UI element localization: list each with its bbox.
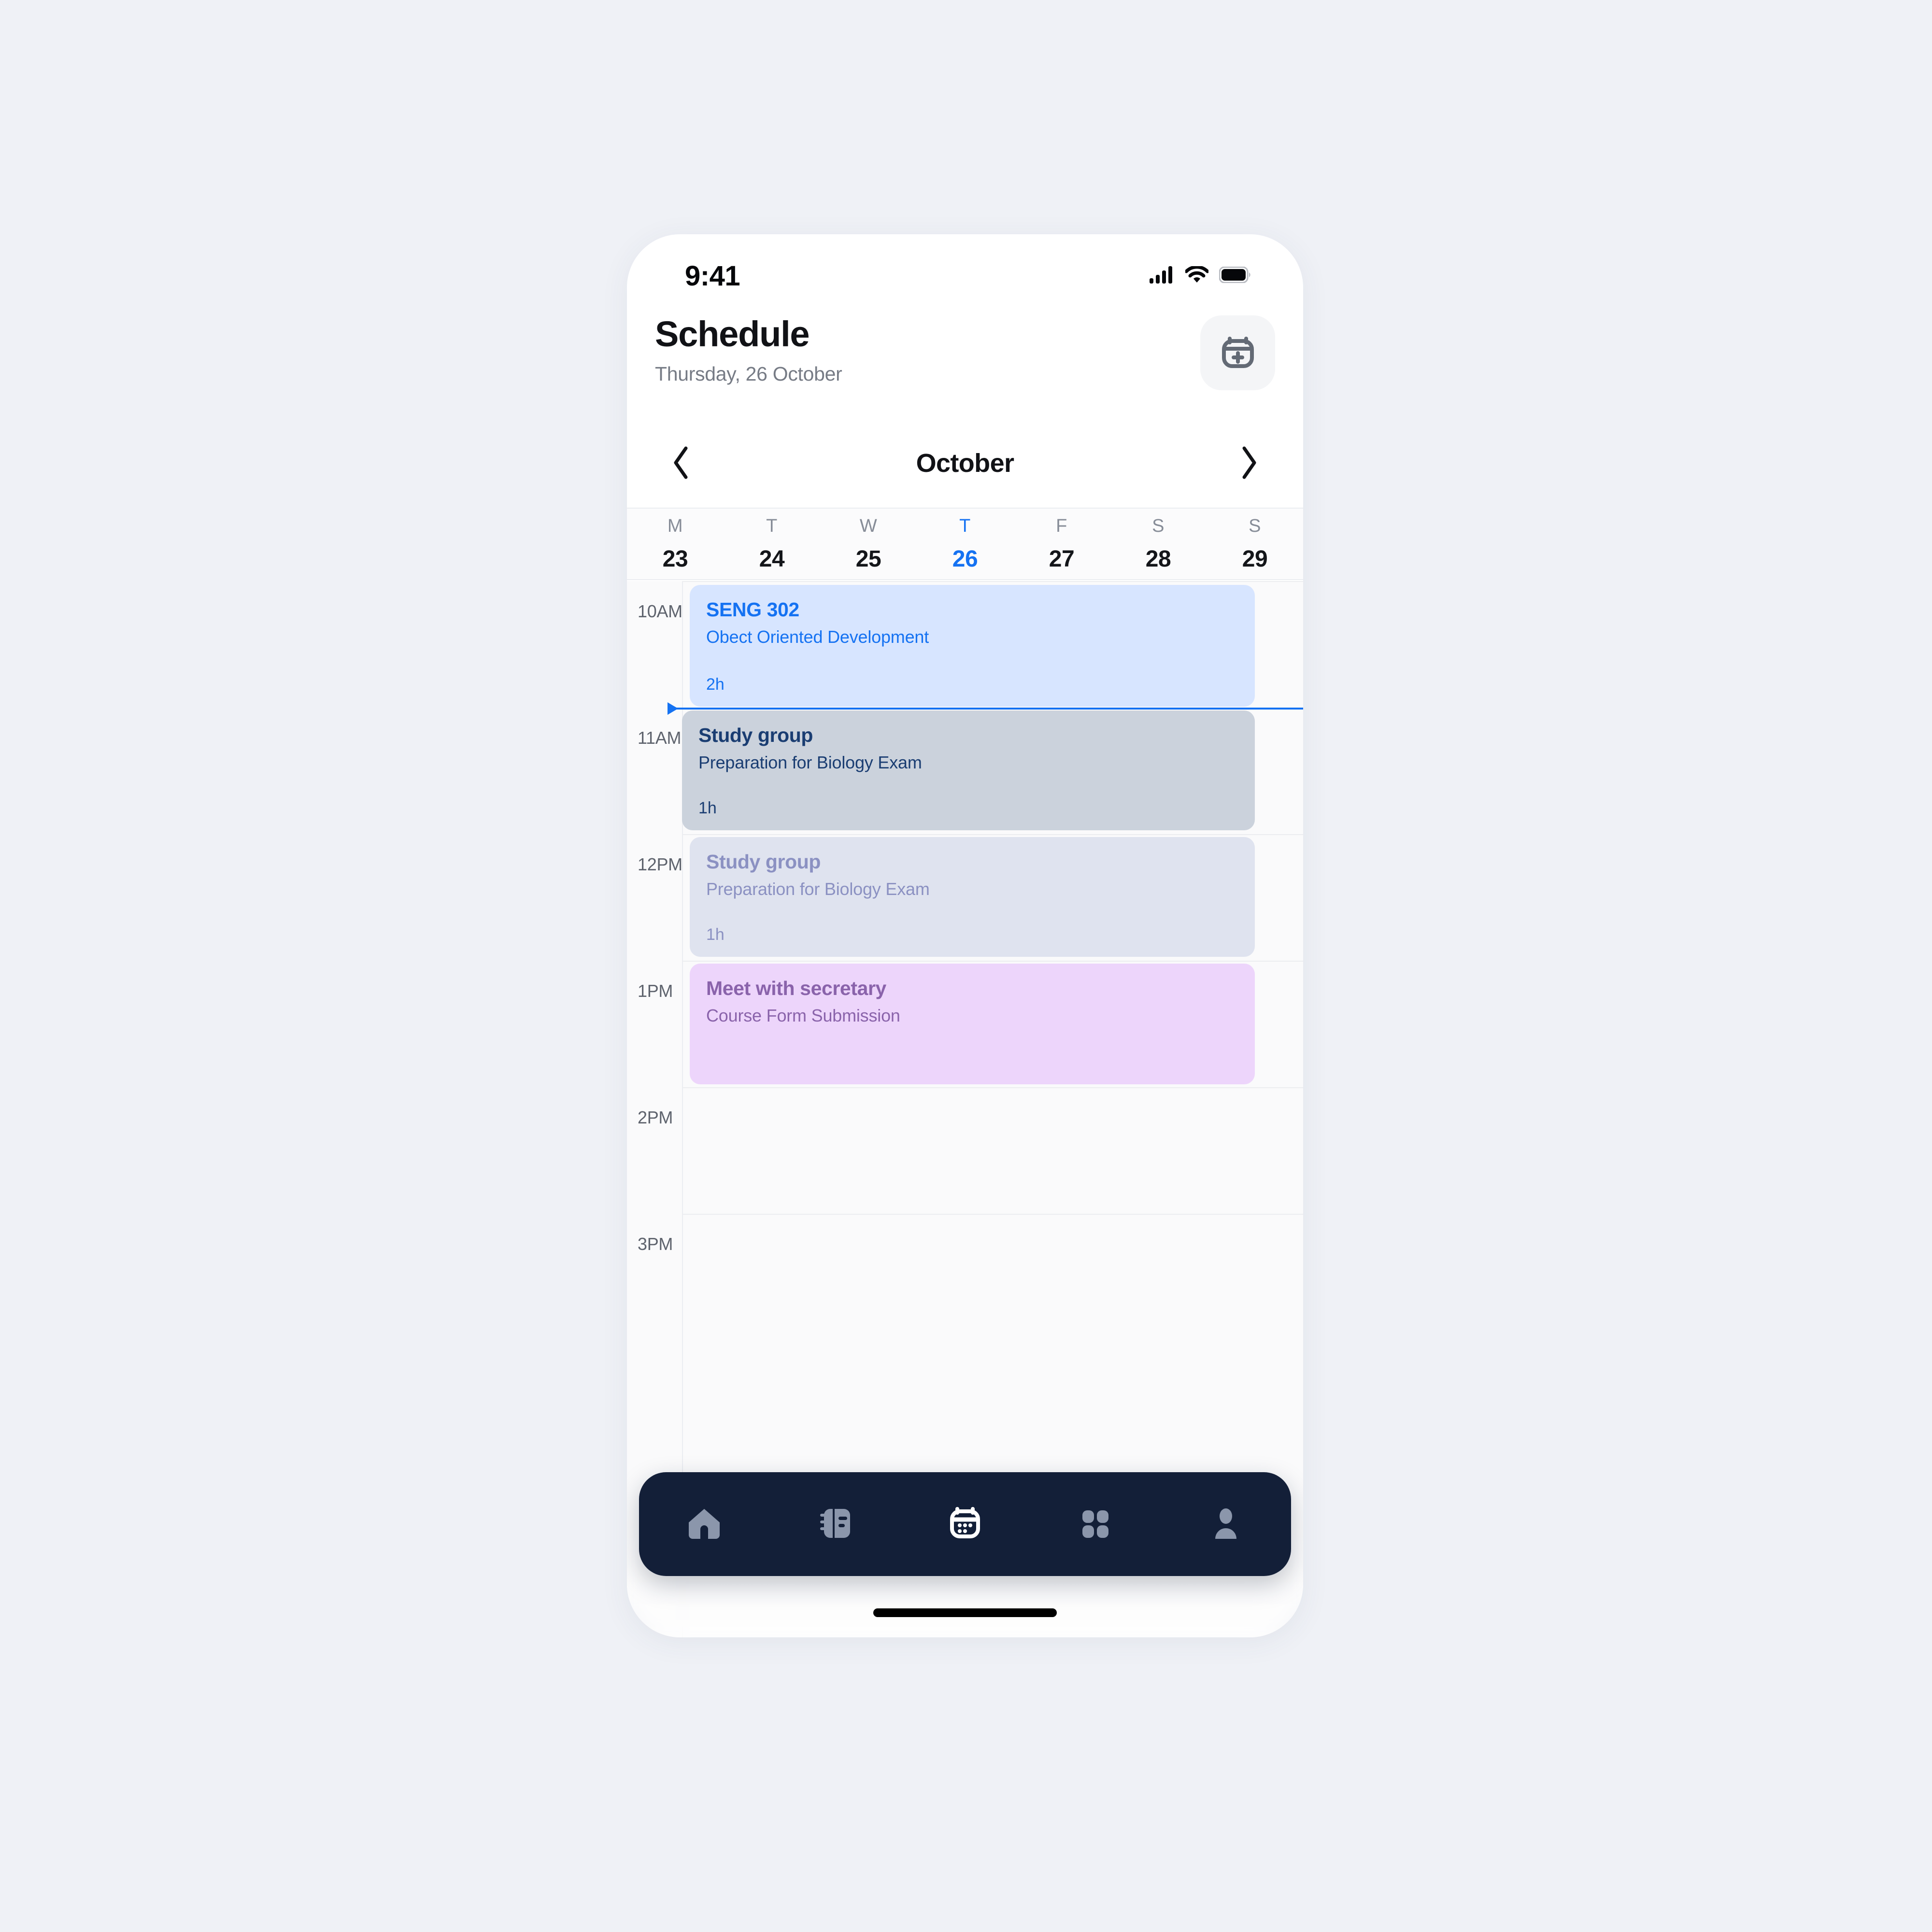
nav-item-notebook[interactable] — [798, 1488, 871, 1561]
day-number: 27 — [1049, 546, 1075, 572]
phone-frame: 9:41 Schedule Thursday, 26 October Octob… — [627, 234, 1303, 1637]
event-card-study-group-12pm[interactable]: Study group Preparation for Biology Exam… — [682, 710, 1255, 830]
event-title: Study group — [698, 724, 813, 746]
next-month-button[interactable] — [1222, 437, 1275, 490]
event-subtitle: Course Form Submission — [706, 1006, 900, 1025]
event-card-meet-with-secretary[interactable]: Meet with secretary Course Form Submissi… — [690, 964, 1255, 1084]
day-letter: S — [1249, 515, 1261, 536]
day-letter: W — [859, 515, 878, 536]
nav-item-home[interactable] — [668, 1488, 740, 1561]
event-subtitle: Preparation for Biology Exam — [706, 879, 930, 899]
notebook-icon — [815, 1504, 854, 1544]
day-cell-26-selected[interactable]: T 26 — [917, 509, 1013, 579]
hour-label: 3PM — [638, 1234, 673, 1254]
event-card-study-group-1pm[interactable]: Study group Preparation for Biology Exam… — [690, 837, 1255, 957]
status-bar: 9:41 — [627, 234, 1303, 307]
day-letter: T — [766, 515, 778, 536]
day-letter: S — [1152, 515, 1165, 536]
hour-label: 1PM — [638, 981, 673, 1001]
person-icon — [1207, 1504, 1245, 1544]
day-number: 24 — [759, 546, 785, 572]
day-cell-29[interactable]: S 29 — [1207, 509, 1303, 579]
event-card-seng-302[interactable]: SENG 302 Obect Oriented Development 2h — [690, 585, 1255, 707]
day-number: 28 — [1145, 546, 1171, 572]
day-number: 26 — [952, 546, 978, 572]
hour-label: 11AM — [638, 728, 682, 748]
header-title-block: Schedule Thursday, 26 October — [655, 307, 842, 385]
status-bar-time: 9:41 — [685, 260, 740, 292]
calendar-plus-icon — [1219, 333, 1257, 372]
app-header: Schedule Thursday, 26 October — [627, 307, 1303, 423]
hour-label: 2PM — [638, 1108, 673, 1127]
hour-label: 12PM — [638, 854, 682, 874]
event-title: SENG 302 — [706, 598, 799, 621]
current-time-arrow-icon — [668, 702, 678, 715]
event-subtitle: Obect Oriented Development — [706, 627, 929, 647]
home-icon — [685, 1504, 724, 1544]
month-switcher: October — [627, 429, 1303, 497]
add-event-button[interactable] — [1200, 315, 1275, 390]
event-subtitle: Preparation for Biology Exam — [698, 753, 922, 772]
day-number: 23 — [662, 546, 688, 572]
page-subtitle: Thursday, 26 October — [655, 363, 842, 385]
bottom-navigation-bar — [639, 1472, 1291, 1576]
event-title: Meet with secretary — [706, 977, 886, 999]
battery-icon — [1219, 266, 1251, 285]
cellular-signal-icon — [1150, 266, 1175, 286]
status-bar-icons — [1150, 265, 1251, 286]
hour-row-3pm: 3PM — [627, 1214, 1303, 1340]
nav-item-calendar-active[interactable] — [929, 1488, 1001, 1561]
hour-label: 10AM — [638, 601, 682, 621]
day-cell-28[interactable]: S 28 — [1110, 509, 1207, 579]
chevron-left-icon — [671, 445, 692, 482]
day-cell-25[interactable]: W 25 — [820, 509, 917, 579]
day-cell-27[interactable]: F 27 — [1013, 509, 1110, 579]
event-duration: 1h — [698, 799, 717, 817]
day-letter: F — [1056, 515, 1067, 536]
wifi-icon — [1184, 265, 1209, 286]
home-indicator — [873, 1608, 1057, 1617]
calendar-icon — [946, 1504, 984, 1544]
prev-month-button[interactable] — [655, 437, 708, 490]
day-number: 25 — [855, 546, 881, 572]
current-month-label: October — [916, 449, 1014, 478]
hour-row-2pm: 2PM — [627, 1087, 1303, 1214]
week-day-strip: M 23 T 24 W 25 T 26 F 27 S 28 S 29 — [627, 508, 1303, 580]
day-cell-24[interactable]: T 24 — [724, 509, 820, 579]
nav-item-grid[interactable] — [1059, 1488, 1132, 1561]
page-title: Schedule — [655, 314, 810, 354]
grid-icon — [1076, 1504, 1115, 1544]
day-letter: M — [667, 515, 683, 536]
page-root: 9:41 Schedule Thursday, 26 October Octob… — [0, 0, 1932, 1932]
chevron-right-icon — [1238, 445, 1259, 482]
day-number: 29 — [1242, 546, 1268, 572]
current-time-indicator — [668, 702, 1303, 715]
day-letter: T — [959, 515, 971, 536]
nav-item-profile[interactable] — [1190, 1488, 1262, 1561]
event-title: Study group — [706, 851, 821, 873]
event-duration: 2h — [706, 675, 724, 694]
day-cell-23[interactable]: M 23 — [627, 509, 724, 579]
event-duration: 1h — [706, 925, 724, 944]
